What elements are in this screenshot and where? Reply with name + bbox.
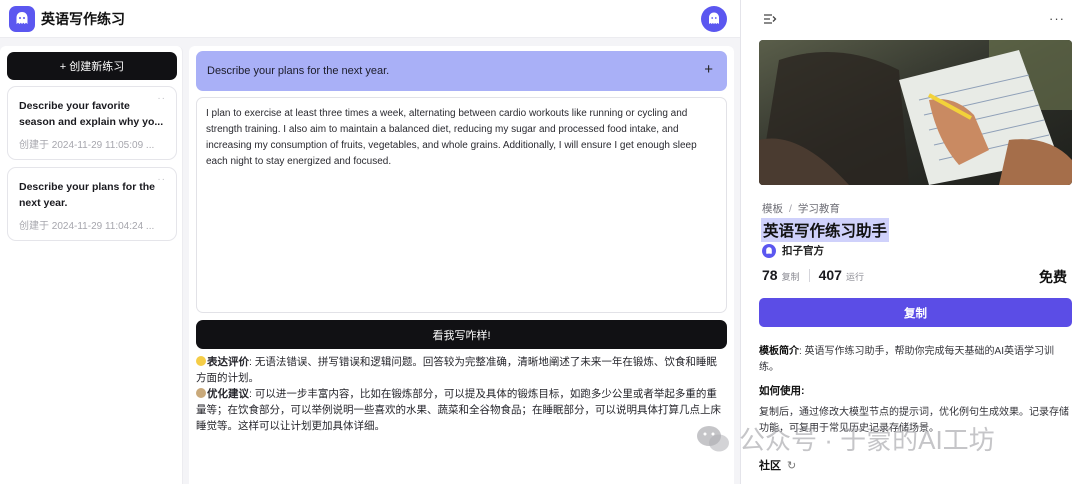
intro-text: : 英语写作练习助手，帮助你完成每天基础的AI英语学习训练。 [759,346,1055,373]
breadcrumb-item[interactable]: 学习教育 [798,203,840,215]
howto-heading: 如何使用: [759,385,805,397]
history-item-date: 创建于 2024-11-29 11:05:09 ... [19,140,155,151]
usage-stats: 78 复制 407 运行 [762,267,864,283]
template-title: 英语写作练习助手 [761,218,890,242]
suggestion-feedback: 优化建议: 可以进一步丰富内容，比如在锻炼部分，可以提及具体的锻炼目标，如跑多少… [196,386,727,434]
panel-toolbar: ··· [741,0,1080,40]
new-practice-button[interactable]: + 创建新练习 [7,52,177,80]
feedback-result: 表达评价: 无语法错误、拼写错误和逻辑问题。回答较为完整准确，清晰地阐述了未来一… [196,354,727,434]
expression-feedback: 表达评价: 无语法错误、拼写错误和逻辑问题。回答较为完整准确，清晰地阐述了未来一… [196,354,727,386]
copies-count: 78 [762,267,778,283]
breadcrumb: 模板 / 学习教育 [762,201,840,216]
community-section: 社区 ↻ [759,457,796,473]
runs-count: 407 [818,267,842,283]
collapse-panel-icon[interactable] [763,12,777,30]
author-name: 扣子官方 [782,245,824,257]
author-avatar-icon [762,243,776,258]
history-item-title: Describe your plans for the next year. [19,181,155,209]
suggestion-text: : 可以进一步丰富内容，比如在锻炼部分，可以提及具体的锻炼目标，如跑多少公里或者… [196,388,721,432]
history-item-title: Describe your favorite season and explai… [19,100,164,128]
user-avatar[interactable] [701,6,727,32]
template-intro: 模板简介: 英语写作练习助手，帮助你完成每天基础的AI英语学习训练。 [759,344,1072,376]
more-options-icon[interactable]: ··· [1049,11,1065,26]
main-panel: Describe your plans for the next year. +… [189,46,734,484]
sparkle-icon [196,356,206,366]
breadcrumb-item[interactable]: 模板 [762,203,783,215]
refresh-icon[interactable]: ↻ [787,459,796,472]
expression-label: 表达评价 [207,356,249,368]
copy-template-button[interactable]: 复制 [759,298,1072,327]
runs-label: 运行 [845,272,864,282]
copies-label: 复制 [781,272,800,282]
history-item[interactable]: Describe your plans for the next year. 创… [7,167,177,241]
price-label: 免费 [1039,269,1067,285]
howto-text: 复制后，通过修改大模型节点的提示词，优化例句生成效果。记录存储功能，可复用于常见… [759,407,1069,434]
stats-divider [808,268,810,282]
pencil-icon [196,388,206,398]
template-cover-image [759,40,1072,185]
community-label: 社区 [759,460,781,472]
history-sidebar: + 创建新练习 Describe your favorite season an… [0,46,183,484]
prompt-text: Describe your plans for the next year. [207,65,390,77]
history-item[interactable]: Describe your favorite season and explai… [7,86,177,160]
history-item-date: 创建于 2024-11-29 11:04:24 ... [19,221,155,232]
check-writing-button[interactable]: 看我写咋样! [196,320,727,349]
top-bar: 英语写作练习 [0,0,740,38]
app-area: 英语写作练习 + 创建新练习 Describe your favorite se… [0,0,740,484]
more-dots-icon[interactable]: ·· [157,174,166,185]
app-title: 英语写作练习 [41,10,125,27]
expression-text: : 无语法错误、拼写错误和逻辑问题。回答较为完整准确，清晰地阐述了未来一年在锻炼… [196,356,717,384]
essay-textarea[interactable]: I plan to exercise at least three times … [196,97,727,313]
plus-icon[interactable]: + [704,61,713,78]
intro-label: 模板简介 [759,346,799,357]
more-dots-icon[interactable]: ·· [157,93,166,104]
ghost-logo-icon [9,5,35,32]
template-detail-panel: ··· 模板 / 学习教育 英语写作练习助手 扣子官方 78 复制 407 运行… [740,0,1080,484]
prompt-bar[interactable]: Describe your plans for the next year. + [196,51,727,91]
breadcrumb-separator: / [789,203,792,215]
suggestion-label: 优化建议 [207,388,249,400]
author[interactable]: 扣子官方 [762,243,824,258]
